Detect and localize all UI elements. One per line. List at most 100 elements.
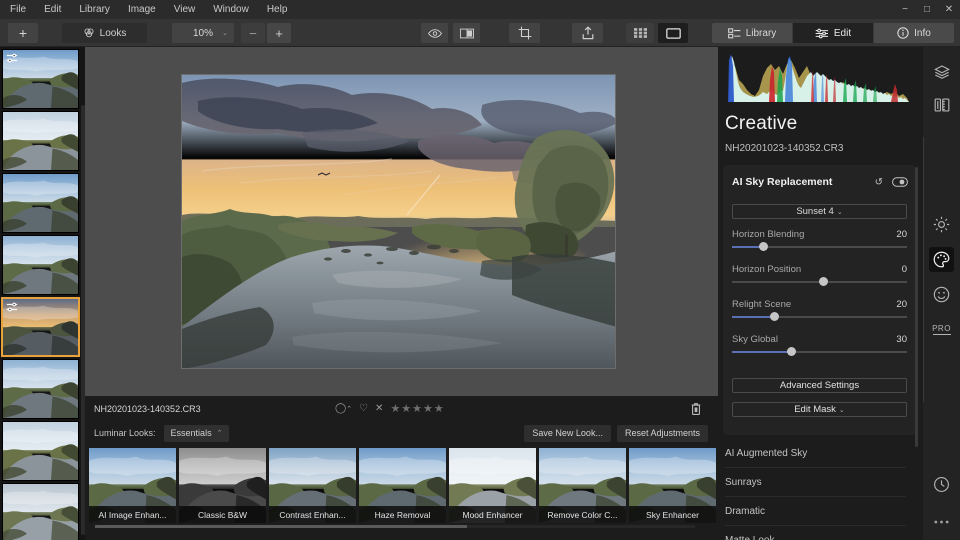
- filmstrip-thumb-1[interactable]: [2, 49, 79, 109]
- filmstrip-thumb-4[interactable]: [2, 235, 79, 295]
- slider-relight-scene[interactable]: Relight Scene 20: [732, 299, 907, 321]
- looks-button[interactable]: Looks: [62, 23, 147, 43]
- preset-item[interactable]: Contrast Enhan...: [269, 448, 356, 523]
- image-canvas[interactable]: [85, 47, 718, 396]
- current-filename: NH20201023-140352.CR3: [94, 403, 201, 414]
- reject-x-icon[interactable]: ✕: [375, 403, 383, 414]
- slider-track[interactable]: [732, 242, 907, 251]
- zoom-in-button[interactable]: +: [267, 23, 291, 43]
- slider-handle[interactable]: [769, 312, 779, 321]
- mode-tabs: Library Edit Info: [712, 23, 954, 43]
- filmstrip-thumb-3[interactable]: [2, 173, 79, 233]
- portrait-icon[interactable]: [929, 282, 954, 307]
- slider-value: 0: [901, 264, 907, 275]
- tab-info[interactable]: Info: [874, 23, 954, 43]
- preset-item[interactable]: Remove Color C...: [539, 448, 626, 523]
- edit-mask-button[interactable]: Edit Mask ⌄: [732, 402, 907, 417]
- canvas-icon[interactable]: [929, 92, 954, 117]
- looks-category-value: Essentials: [170, 428, 212, 438]
- slider-fill: [732, 316, 774, 318]
- tool-matte-look[interactable]: Matte Look: [725, 526, 906, 540]
- preset-item[interactable]: Sky Enhancer: [629, 448, 716, 523]
- tool-dramatic[interactable]: Dramatic: [725, 497, 906, 526]
- menu-view[interactable]: View: [165, 0, 205, 19]
- tab-edit[interactable]: Edit: [793, 23, 874, 43]
- layers-icon[interactable]: [929, 59, 954, 84]
- single-view-icon: [665, 27, 681, 39]
- preset-item[interactable]: AI Image Enhan...: [89, 448, 176, 523]
- looks-preset-strip[interactable]: AI Image Enhan... Classic B&W Contrast E…: [85, 445, 718, 540]
- compare-button[interactable]: [453, 23, 480, 43]
- slider-track[interactable]: [732, 347, 907, 356]
- preset-item[interactable]: Classic B&W: [179, 448, 266, 523]
- advanced-settings-button[interactable]: Advanced Settings: [732, 378, 907, 393]
- color-label-icon[interactable]: ◯⌃: [335, 403, 352, 414]
- looks-category-select[interactable]: Essentials ⌃: [163, 424, 230, 442]
- filmstrip-thumb-7[interactable]: [2, 421, 79, 481]
- menu-file[interactable]: File: [0, 0, 35, 19]
- star-rating[interactable]: ★★★★★: [390, 402, 444, 415]
- preview-toggle-button[interactable]: [421, 23, 448, 43]
- slider-handle[interactable]: [818, 277, 828, 286]
- slider-track[interactable]: [732, 312, 907, 321]
- tab-library[interactable]: Library: [712, 23, 793, 43]
- eye-icon: [427, 28, 442, 39]
- filmstrip-thumb-5[interactable]: [1, 297, 80, 357]
- add-image-button[interactable]: +: [8, 23, 38, 43]
- slider-handle[interactable]: [759, 242, 768, 251]
- pro-icon[interactable]: PRO: [929, 317, 954, 342]
- tool-ai-augmented-sky[interactable]: AI Augmented Sky: [725, 439, 906, 468]
- luminar-app-window: File Edit Library Image View Window Help…: [0, 0, 960, 540]
- slider-horizon-blending[interactable]: Horizon Blending 20: [732, 229, 907, 251]
- more-icon[interactable]: [929, 509, 954, 534]
- export-button[interactable]: [572, 23, 603, 43]
- menu-edit[interactable]: Edit: [35, 0, 70, 19]
- essentials-icon[interactable]: [929, 212, 954, 237]
- save-new-look-button[interactable]: Save New Look...: [524, 424, 611, 442]
- single-view-button[interactable]: [658, 23, 688, 43]
- preset-label: Mood Enhancer: [449, 506, 536, 523]
- sky-selector-dropdown[interactable]: Sunset 4 ⌄: [732, 204, 907, 219]
- visibility-toggle-icon[interactable]: [892, 177, 908, 187]
- preset-item[interactable]: Haze Removal: [359, 448, 446, 523]
- tool-rail: PRO: [923, 47, 960, 540]
- filmstrip-thumb-2[interactable]: [2, 111, 79, 171]
- main-photo: [181, 74, 616, 369]
- slider-value: 30: [896, 334, 907, 345]
- edit-panel-scrollbar[interactable]: [915, 167, 918, 447]
- filmstrip-thumb-8[interactable]: [2, 483, 79, 540]
- panel-filename: NH20201023-140352.CR3: [725, 143, 844, 154]
- close-button[interactable]: ✕: [938, 0, 960, 19]
- slider-sky-global[interactable]: Sky Global 30: [732, 334, 907, 356]
- presets-scrollbar[interactable]: [95, 525, 695, 528]
- menu-window[interactable]: Window: [204, 0, 258, 19]
- trash-icon[interactable]: [690, 402, 702, 416]
- maximize-button[interactable]: □: [916, 0, 938, 19]
- minimize-button[interactable]: −: [894, 0, 916, 19]
- filmstrip-thumb-6[interactable]: [2, 359, 79, 419]
- slider-horizon-position[interactable]: Horizon Position 0: [732, 264, 907, 286]
- zoom-out-button[interactable]: −: [241, 23, 265, 43]
- ai-sky-replacement-card: AI Sky Replacement ↺ Sunset 4 ⌄ Horizon …: [723, 165, 916, 435]
- menu-image[interactable]: Image: [119, 0, 165, 19]
- heart-icon[interactable]: ♡: [359, 403, 368, 414]
- library-icon: [727, 27, 741, 39]
- creative-icon[interactable]: [929, 247, 954, 272]
- chevron-down-icon: ⌄: [836, 208, 843, 216]
- history-icon[interactable]: [929, 472, 954, 497]
- menu-help[interactable]: Help: [258, 0, 297, 19]
- menu-library[interactable]: Library: [70, 0, 119, 19]
- reset-adjustments-button[interactable]: Reset Adjustments: [616, 424, 708, 442]
- slider-handle[interactable]: [787, 347, 796, 356]
- slider-track[interactable]: [732, 277, 907, 286]
- zoom-level-value: 10%: [192, 27, 213, 39]
- filmstrip-panel[interactable]: [0, 47, 85, 540]
- tool-sunrays[interactable]: Sunrays: [725, 468, 906, 497]
- crop-button[interactable]: [509, 23, 540, 43]
- reset-arrow-icon[interactable]: ↺: [875, 177, 883, 188]
- zoom-level-select[interactable]: 10% ⌄: [172, 23, 234, 43]
- preset-label: Sky Enhancer: [629, 506, 716, 523]
- chevron-down-icon: ⌄: [838, 406, 845, 414]
- gallery-view-button[interactable]: [626, 23, 654, 43]
- preset-item[interactable]: Mood Enhancer: [449, 448, 536, 523]
